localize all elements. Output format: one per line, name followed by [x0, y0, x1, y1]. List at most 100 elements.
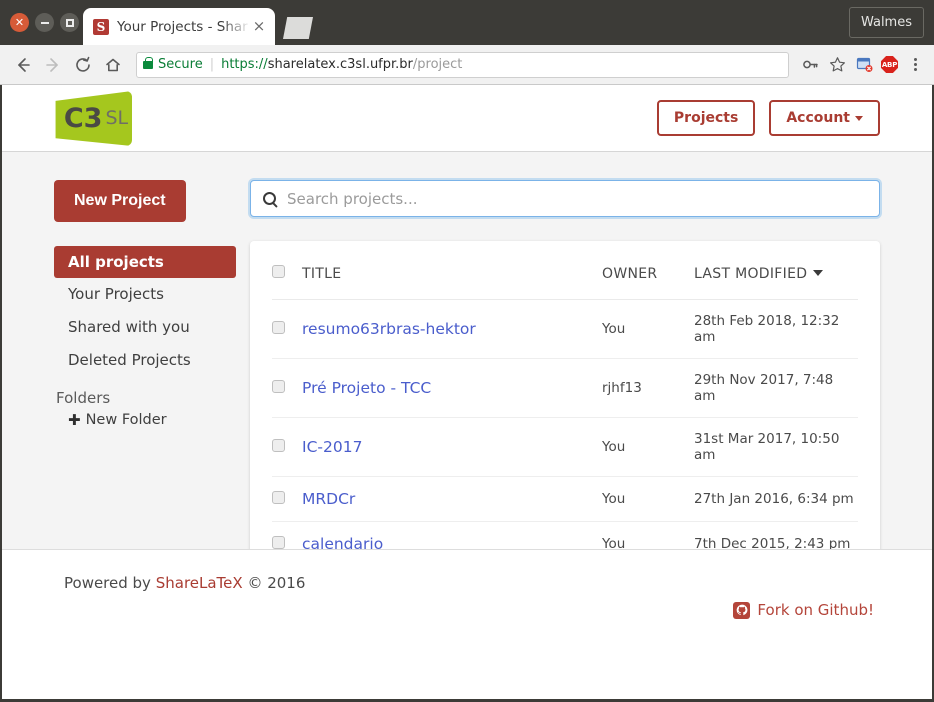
close-window-icon[interactable]: ✕	[10, 13, 29, 32]
page-viewport: C3 SL Projects Account New Project All p…	[0, 85, 934, 702]
copyright-text: © 2016	[242, 574, 306, 592]
column-header-last-modified[interactable]: LAST MODIFIED	[694, 241, 858, 300]
fork-on-github-link[interactable]: Fork on Github!	[733, 601, 874, 619]
table-row[interactable]: IC-2017 You 31st Mar 2017, 10:50 am	[272, 417, 858, 477]
maximize-window-icon[interactable]	[60, 13, 79, 32]
select-all-checkbox[interactable]	[272, 265, 285, 278]
projects-table-body: resumo63rbras-hektor You 28th Feb 2018, …	[272, 299, 858, 574]
powered-prefix: Powered by	[64, 574, 156, 592]
sidebar-item-shared-with-you[interactable]: Shared with you	[54, 311, 236, 344]
project-link[interactable]: MRDCr	[302, 490, 355, 508]
sidebar: New Project All projects Your Projects S…	[54, 180, 250, 573]
security-label: Secure	[158, 57, 203, 72]
table-row[interactable]: resumo63rbras-hektor You 28th Feb 2018, …	[272, 299, 858, 359]
plus-icon: ✚	[68, 410, 81, 429]
search-icon	[263, 192, 276, 205]
sidebar-item-all-projects[interactable]: All projects	[54, 245, 236, 279]
row-checkbox[interactable]	[272, 535, 285, 549]
new-project-button[interactable]: New Project	[54, 180, 186, 222]
url-path: /project	[412, 57, 463, 72]
table-header-row: TITLE OWNER LAST MODIFIED	[272, 241, 858, 300]
sort-descending-icon	[813, 269, 824, 276]
browser-tab[interactable]: S Your Projects - Shar ×	[83, 8, 275, 45]
new-folder-label: New Folder	[85, 411, 167, 428]
row-checkbox[interactable]	[272, 379, 285, 393]
github-icon	[733, 601, 751, 619]
content-inner: New Project All projects Your Projects S…	[2, 180, 932, 573]
search-area: Search projects...	[250, 180, 880, 217]
project-link[interactable]: IC-2017	[302, 438, 362, 456]
table-row[interactable]: Pré Projeto - TCC rjhf13 29th Nov 2017, …	[272, 358, 858, 418]
project-link[interactable]: resumo63rbras-hektor	[302, 320, 476, 338]
bookmark-star-icon[interactable]	[827, 55, 847, 75]
row-select-cell	[272, 476, 302, 522]
new-tab-button[interactable]	[283, 17, 313, 39]
close-tab-icon[interactable]: ×	[251, 19, 267, 34]
secure-lock-icon	[143, 56, 153, 69]
home-icon[interactable]	[99, 51, 127, 79]
row-select-cell	[272, 417, 302, 477]
address-bar[interactable]: Secure | https://sharelatex.c3sl.ufpr.br…	[136, 51, 789, 78]
minimize-window-icon[interactable]	[35, 13, 54, 32]
project-link[interactable]: Pré Projeto - TCC	[302, 379, 431, 397]
browser-menu-icon[interactable]	[905, 55, 925, 75]
projects-card: TITLE OWNER LAST MODIFIED resumo63rbras-…	[250, 241, 880, 573]
row-modified-cell: 28th Feb 2018, 12:32 am	[694, 299, 858, 359]
nav-account-button[interactable]: Account	[769, 100, 880, 136]
row-checkbox[interactable]	[272, 490, 285, 504]
table-row[interactable]: MRDCr You 27th Jan 2016, 6:34 pm	[272, 476, 858, 522]
row-owner-cell: You	[602, 417, 694, 477]
url-scheme: https://	[221, 57, 268, 72]
nav-projects-label: Projects	[673, 110, 739, 126]
powered-by-text: Powered by ShareLaTeX © 2016	[64, 574, 880, 592]
browser-window: ✕ S Your Projects - Shar × Walmes Secure…	[0, 0, 934, 702]
reload-icon[interactable]	[69, 51, 97, 79]
logo-primary-text: C3	[63, 102, 103, 134]
nav-projects-button[interactable]: Projects	[656, 100, 756, 136]
logo-secondary-text: SL	[105, 106, 129, 129]
column-header-last-modified-label: LAST MODIFIED	[694, 265, 808, 282]
search-placeholder: Search projects...	[287, 189, 418, 208]
window-controls: ✕	[10, 13, 79, 32]
projects-table-head: TITLE OWNER LAST MODIFIED	[272, 241, 858, 300]
forward-icon[interactable]	[39, 51, 67, 79]
row-owner-cell: You	[602, 299, 694, 359]
sidebar-list: All projects Your Projects Shared with y…	[54, 245, 236, 377]
password-key-icon[interactable]	[800, 55, 820, 75]
select-all-header	[272, 241, 302, 300]
column-header-title[interactable]: TITLE	[302, 241, 602, 300]
page-footer: Powered by ShareLaTeX © 2016 Fork on Git…	[2, 549, 932, 661]
sharelatex-brand-link[interactable]: ShareLaTeX	[156, 574, 243, 592]
sharelatex-favicon-icon: S	[93, 18, 109, 35]
user-name-label: Walmes	[860, 15, 912, 30]
sidebar-item-deleted-projects[interactable]: Deleted Projects	[54, 344, 236, 377]
row-modified-cell: 27th Jan 2016, 6:34 pm	[694, 476, 858, 522]
row-select-cell	[272, 358, 302, 418]
search-input[interactable]: Search projects...	[250, 180, 880, 217]
back-icon[interactable]	[9, 51, 37, 79]
browser-toolbar: Secure | https://sharelatex.c3sl.ufpr.br…	[0, 45, 934, 85]
folders-heading: Folders	[56, 388, 111, 407]
row-modified-cell: 31st Mar 2017, 10:50 am	[694, 417, 858, 477]
fork-label: Fork on Github!	[757, 601, 874, 619]
row-title-cell: Pré Projeto - TCC	[302, 358, 602, 418]
url-separator: |	[209, 57, 215, 72]
row-modified-cell: 29th Nov 2017, 7:48 am	[694, 358, 858, 418]
row-checkbox[interactable]	[272, 438, 285, 452]
sidebar-item-your-projects[interactable]: Your Projects	[54, 278, 236, 311]
row-checkbox[interactable]	[272, 320, 285, 334]
site-navbar: C3 SL Projects Account	[2, 85, 932, 152]
url-host: sharelatex.c3sl.ufpr.br	[267, 57, 413, 72]
c3sl-logo[interactable]: C3 SL	[54, 89, 134, 147]
titlebar: ✕ S Your Projects - Shar × Walmes	[0, 0, 934, 45]
extension-window-icon[interactable]	[854, 55, 874, 75]
user-menu-button[interactable]: Walmes	[848, 7, 924, 38]
row-select-cell	[272, 299, 302, 359]
new-folder-button[interactable]: ✚ New Folder	[54, 411, 236, 429]
row-title-cell: resumo63rbras-hektor	[302, 299, 602, 359]
adblock-plus-icon[interactable]: ABP	[881, 56, 898, 73]
tab-title: Your Projects - Shar	[117, 18, 248, 35]
toolbar-icons: ABP	[798, 55, 925, 75]
main-panel: Search projects... TITLE OWNER LAST MODI…	[250, 180, 880, 573]
column-header-owner[interactable]: OWNER	[602, 241, 694, 300]
